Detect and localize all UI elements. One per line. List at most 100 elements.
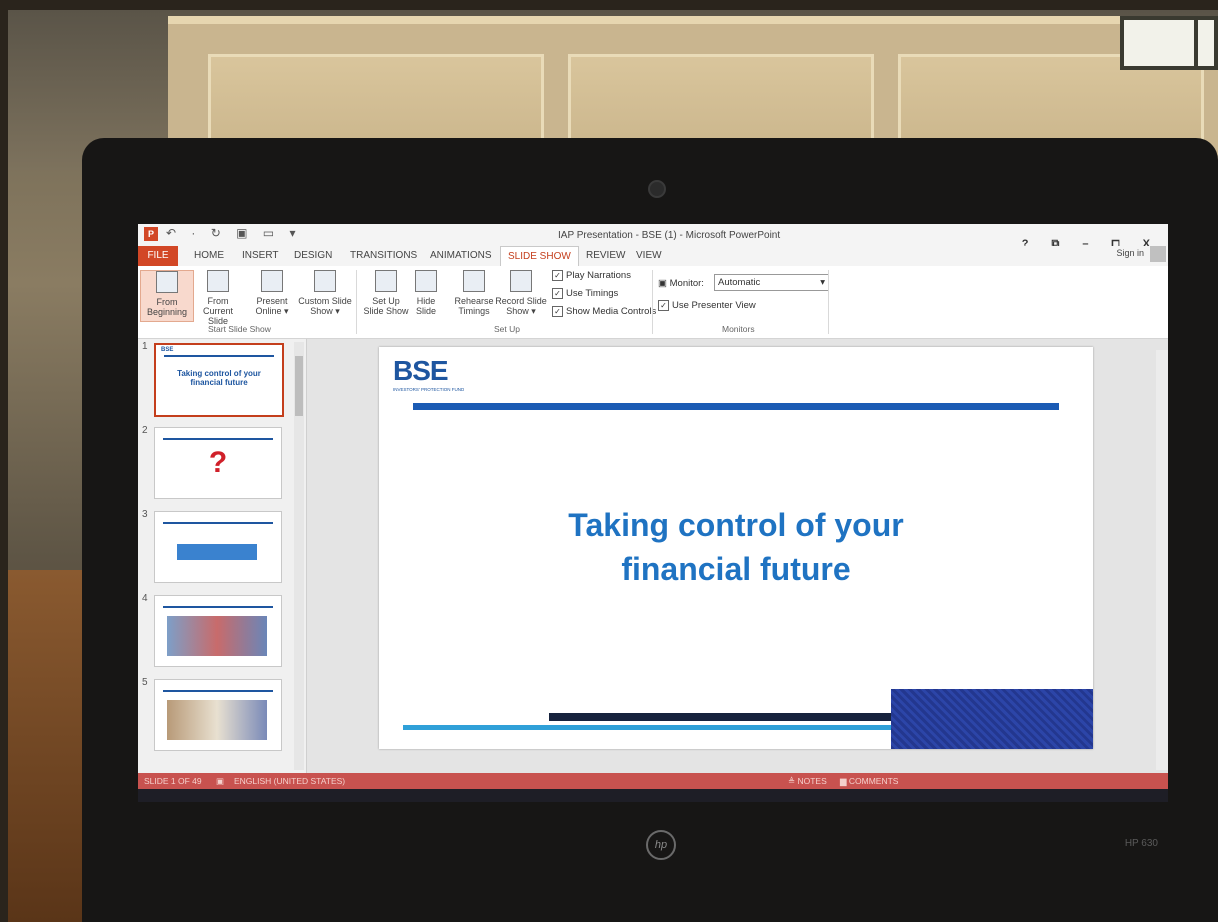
hide-slide-button[interactable]: Hide Slide [406, 270, 446, 320]
tab-animations[interactable]: ANIMATIONS [430, 250, 491, 261]
thumbnails-scrollbar-thumb[interactable] [295, 356, 303, 416]
timer-icon [463, 270, 485, 292]
slide-thumbnail-1[interactable]: BSE Taking control of your financial fut… [154, 343, 284, 417]
slide-thumbnails-pane: 1 BSE Taking control of your financial f… [138, 339, 307, 773]
ribbon-separator [828, 270, 829, 334]
group-monitors: Monitors [722, 324, 755, 334]
sign-in-link[interactable]: Sign in [1116, 248, 1144, 258]
slide-editor: BSE INVESTORS' PROTECTION FUND Taking co… [307, 339, 1168, 773]
custom-show-label: Custom Slide Show ▾ [298, 296, 352, 316]
status-bar: SLIDE 1 OF 49 ▣ ENGLISH (UNITED STATES) … [138, 773, 1168, 789]
tab-file[interactable]: FILE [138, 246, 178, 266]
present-online-label: Present Online ▾ [255, 296, 289, 316]
spellcheck-icon[interactable]: ▣ [216, 773, 224, 789]
record-slide-show-button[interactable]: Record Slide Show ▾ [494, 270, 548, 320]
slide-top-bar [413, 403, 1059, 410]
globe-icon [261, 270, 283, 292]
chevron-down-icon: ▾ [820, 277, 825, 288]
rehearse-label: Rehearse Timings [454, 296, 494, 316]
ribbon-separator [652, 270, 653, 334]
use-presenter-view-label: Use Presenter View [672, 300, 756, 312]
from-current-slide-button[interactable]: From Current Slide [192, 270, 244, 326]
bse-logo-subtitle: INVESTORS' PROTECTION FUND [393, 387, 465, 392]
custom-slide-show-button[interactable]: Custom Slide Show ▾ [296, 270, 354, 320]
slide-thumbnail-5[interactable] [154, 679, 282, 751]
thumbnail-title: Taking control of your financial future [177, 369, 261, 387]
thumbnail-logo: BSE [161, 347, 174, 353]
set-up-label: Set Up Slide Show [363, 296, 409, 316]
current-slide[interactable]: BSE INVESTORS' PROTECTION FUND Taking co… [379, 347, 1093, 749]
thumbnail-number: 2 [142, 425, 148, 436]
photo-scene: P ↶ · ↻ ▣ ▭ ▾ IAP Presentation - BSE (1)… [8, 10, 1218, 922]
ribbon-tabs: FILE HOME INSERT DESIGN TRANSITIONS ANIM… [138, 246, 1168, 266]
thumbnail-images [167, 700, 267, 740]
notes-button[interactable]: ≜ NOTES [788, 773, 827, 789]
webcam [648, 180, 666, 198]
monitor-select[interactable]: Automatic ▾ [714, 274, 829, 291]
powerpoint-logo-icon: P [144, 227, 158, 241]
monitor-icon: ▣ [658, 278, 670, 289]
show-media-controls-label: Show Media Controls [566, 306, 657, 318]
show-media-controls-checkbox[interactable]: ✓ Show Media Controls [552, 306, 656, 317]
setup-icon [375, 270, 397, 292]
slide-thumbnail-2[interactable]: ? [154, 427, 282, 499]
hp-logo: hp [646, 830, 676, 860]
tab-home[interactable]: HOME [194, 250, 224, 261]
thumbnail-number: 3 [142, 509, 148, 520]
background-window [1194, 16, 1218, 70]
record-icon [510, 270, 532, 292]
thumbnail-number: 5 [142, 677, 148, 688]
use-presenter-view-checkbox[interactable]: ✓ Use Presenter View [658, 300, 756, 311]
window-title: IAP Presentation - BSE (1) - Microsoft P… [558, 230, 781, 241]
screen-bottom-edge [138, 789, 1168, 802]
slide-bottom-light-bar [403, 725, 903, 730]
language[interactable]: ENGLISH (UNITED STATES) [234, 773, 345, 789]
slide-thumbnail-3[interactable] [154, 511, 282, 583]
comments-button[interactable]: ▆ COMMENTS [840, 773, 898, 789]
thumbnail-images [167, 616, 267, 656]
slide-count: SLIDE 1 OF 49 [144, 776, 202, 786]
thumbnail-process-diagram [177, 544, 257, 560]
background-window [1120, 16, 1198, 70]
ribbon-slide-show: From Beginning From Current Slide Presen… [138, 266, 1168, 339]
quick-access-toolbar[interactable]: ↶ · ↻ ▣ ▭ ▾ [166, 226, 301, 240]
from-current-label: From Current Slide [202, 296, 233, 326]
title-bar: P ↶ · ↻ ▣ ▭ ▾ IAP Presentation - BSE (1)… [138, 224, 1168, 250]
tab-insert[interactable]: INSERT [242, 250, 279, 261]
custom-show-icon [314, 270, 336, 292]
tab-design[interactable]: DESIGN [294, 250, 332, 261]
laptop-screen: P ↶ · ↻ ▣ ▭ ▾ IAP Presentation - BSE (1)… [138, 224, 1168, 802]
play-slideshow-icon [156, 271, 178, 293]
editor-scrollbar[interactable] [1156, 350, 1168, 770]
from-beginning-label: From Beginning [146, 297, 188, 317]
slide-corner-block [891, 689, 1093, 749]
record-label: Record Slide Show ▾ [495, 296, 547, 316]
rehearse-timings-button[interactable]: Rehearse Timings [448, 270, 500, 320]
tab-view[interactable]: VIEW [636, 250, 662, 261]
thumbnail-number: 4 [142, 593, 148, 604]
group-set-up: Set Up [494, 324, 520, 334]
tab-transitions[interactable]: TRANSITIONS [350, 250, 417, 261]
ribbon-separator [356, 270, 357, 334]
set-up-slide-show-button[interactable]: Set Up Slide Show [360, 270, 412, 320]
monitor-label: ▣ Monitor: [658, 278, 704, 289]
from-beginning-button[interactable]: From Beginning [140, 270, 194, 322]
tab-review[interactable]: REVIEW [586, 250, 625, 261]
avatar[interactable] [1150, 246, 1166, 262]
hide-slide-icon [415, 270, 437, 292]
group-start-slide-show: Start Slide Show [208, 324, 271, 334]
use-timings-checkbox[interactable]: ✓ Use Timings [552, 288, 618, 299]
tab-slide-show[interactable]: SLIDE SHOW [500, 246, 579, 266]
slide-title-line-2: financial future [621, 551, 851, 587]
laptop: P ↶ · ↻ ▣ ▭ ▾ IAP Presentation - BSE (1)… [82, 138, 1218, 922]
bse-logo: BSE [393, 355, 449, 386]
slide-thumbnail-4[interactable] [154, 595, 282, 667]
projector-icon [207, 270, 229, 292]
slide-title[interactable]: Taking control of your financial future [419, 503, 1053, 591]
play-narrations-label: Play Narrations [566, 270, 631, 282]
table-edge [8, 570, 88, 922]
play-narrations-checkbox[interactable]: ✓ Play Narrations [552, 270, 631, 281]
use-timings-label: Use Timings [566, 288, 619, 300]
laptop-model: HP 630 [1124, 838, 1158, 849]
present-online-button[interactable]: Present Online ▾ [246, 270, 298, 320]
